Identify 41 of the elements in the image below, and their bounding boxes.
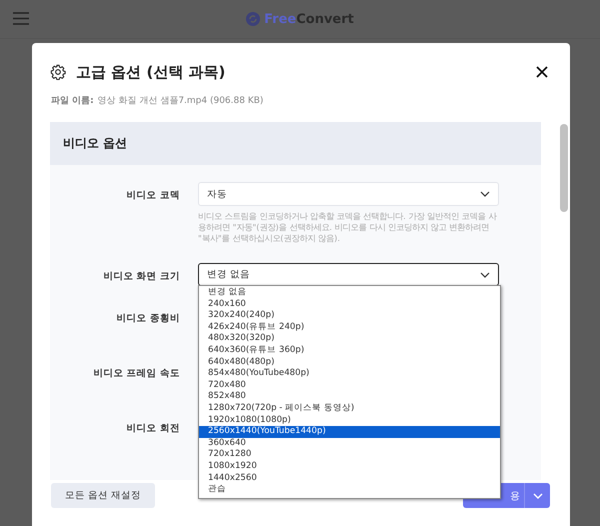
dropdown-option[interactable]: 854x480(YouTube480p) xyxy=(199,368,500,380)
close-icon[interactable] xyxy=(536,66,548,78)
section-title: 비디오 옵션 xyxy=(63,135,128,152)
dropdown-option[interactable]: 1080x1920 xyxy=(199,460,500,472)
dropdown-option[interactable]: 240x160 xyxy=(199,298,500,310)
field-label: 비디오 종횡비 xyxy=(116,312,180,325)
dropdown-option[interactable]: 1280x720(720p - 페이스북 동영상) xyxy=(199,402,500,415)
file-name: 영상 화질 개선 샘플7.mp4 (906.88 KB) xyxy=(98,95,264,107)
dropdown-option[interactable]: 720x1280 xyxy=(199,449,500,461)
select-field[interactable]: 자동 xyxy=(198,182,499,206)
chevron-down-icon xyxy=(480,272,490,278)
settings-icon xyxy=(50,64,66,80)
scrollbar-thumb[interactable] xyxy=(560,124,568,212)
dropdown-option[interactable]: 관습 xyxy=(199,484,500,496)
chevron-down-icon xyxy=(532,492,542,498)
dropdown-option[interactable]: 480x320(320p) xyxy=(199,333,500,345)
dropdown-option[interactable]: 426x240(유튜브 240p) xyxy=(199,322,500,334)
dropdown-option[interactable]: 1920x1080(1080p) xyxy=(199,414,500,426)
help-text: 비디오 스트림을 인코딩하거나 압축할 코덱을 선택합니다. 가장 일반적인 코덱을 사용하려면 "자동"(권장)을 선택하세요. 비디오를 다시 인코딩하지 않고 변환하려면 "복사"를 선택하십시오(권장하지 않음). xyxy=(198,211,498,244)
reset-button[interactable]: 모든 옵션 재설정 xyxy=(51,483,156,508)
select-field[interactable]: 변경 없음 xyxy=(198,263,499,286)
field-label: 비디오 프레임 속도 xyxy=(92,367,180,380)
dropdown-button[interactable] xyxy=(524,483,550,508)
menu-icon[interactable] xyxy=(13,12,29,25)
chevron-down-icon xyxy=(480,191,490,197)
dropdown-option[interactable]: 320x240(240p) xyxy=(199,310,500,322)
dialog-title: 고급 옵션 (선택 과목) xyxy=(76,62,226,82)
field-label: 비디오 화면 크기 xyxy=(102,270,180,283)
logo-text: Free xyxy=(264,12,296,26)
file-label: 파일 이름: xyxy=(51,95,94,107)
dropdown-option[interactable]: 변경 없음 xyxy=(199,287,500,299)
dropdown-option[interactable]: 360x640 xyxy=(199,438,500,450)
dropdown-option[interactable]: 640x360(유튜브 360p) xyxy=(199,344,500,357)
dropdown-option[interactable]: 720x480 xyxy=(199,380,500,392)
field-label: 비디오 회전 xyxy=(126,422,180,435)
logo-icon xyxy=(246,12,260,26)
dropdown-option[interactable]: 852x480 xyxy=(199,391,500,403)
dropdown-option[interactable]: 2560x1440(YouTube1440p) xyxy=(199,426,500,438)
field-label: 비디오 코덱 xyxy=(126,189,180,202)
dropdown-option[interactable]: 640x480(480p) xyxy=(199,356,500,368)
dropdown-option[interactable]: 1440x2560 xyxy=(199,472,500,484)
